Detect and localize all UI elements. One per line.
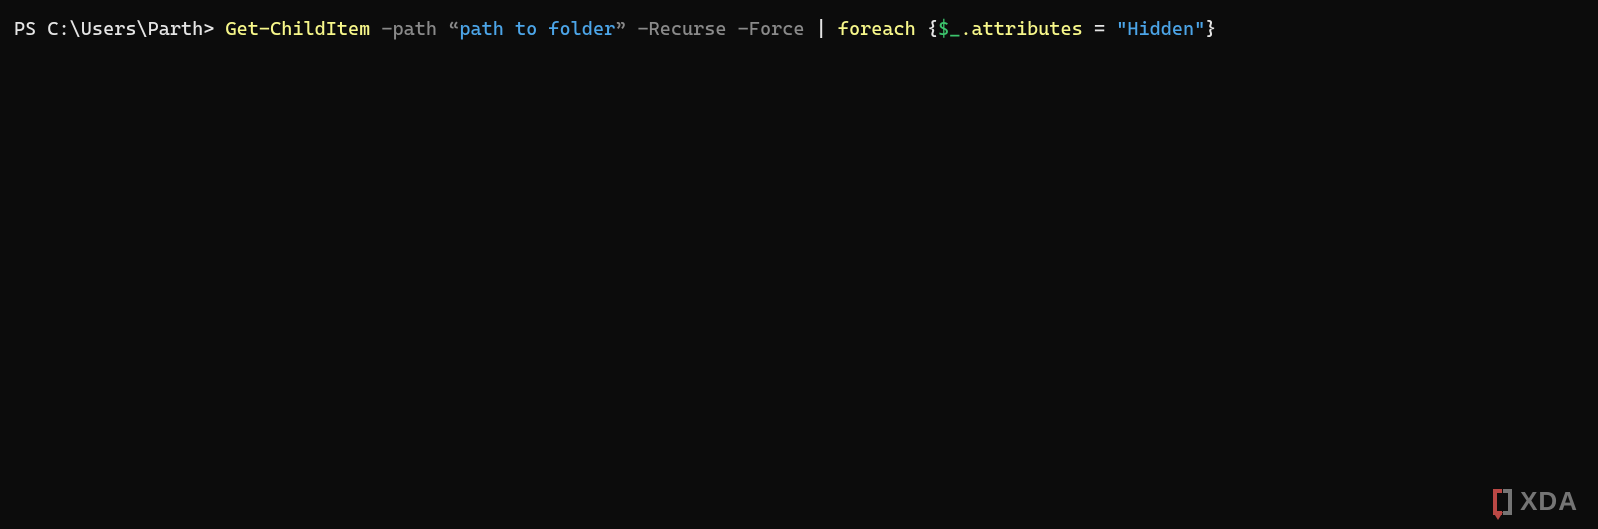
xda-logo-text: XDA — [1520, 486, 1578, 517]
dollar-underscore: $_ — [938, 18, 960, 40]
param-recurse-force: -Recurse -Force — [626, 18, 815, 40]
param-path-flag: -path — [370, 18, 448, 40]
close-quote: ” — [615, 18, 626, 40]
terminal-output[interactable]: PS C:\Users\Parth> Get-ChildItem -path “… — [0, 0, 1598, 58]
cmdlet-name: Get-ChildItem — [226, 18, 371, 40]
foreach-keyword: foreach — [838, 18, 927, 40]
equals-operator: = — [1083, 18, 1116, 40]
xda-logo-icon — [1493, 489, 1512, 515]
close-brace: } — [1205, 18, 1216, 40]
prompt-text: PS C:\Users\Parth> — [14, 18, 226, 40]
hidden-string: "Hidden" — [1116, 18, 1205, 40]
xda-watermark: XDA — [1493, 486, 1578, 517]
open-quote: “ — [448, 18, 459, 40]
path-argument: path to folder — [459, 18, 615, 40]
attributes-property: .attributes — [960, 18, 1082, 40]
pipe-operator: | — [816, 18, 838, 40]
open-brace: { — [927, 18, 938, 40]
